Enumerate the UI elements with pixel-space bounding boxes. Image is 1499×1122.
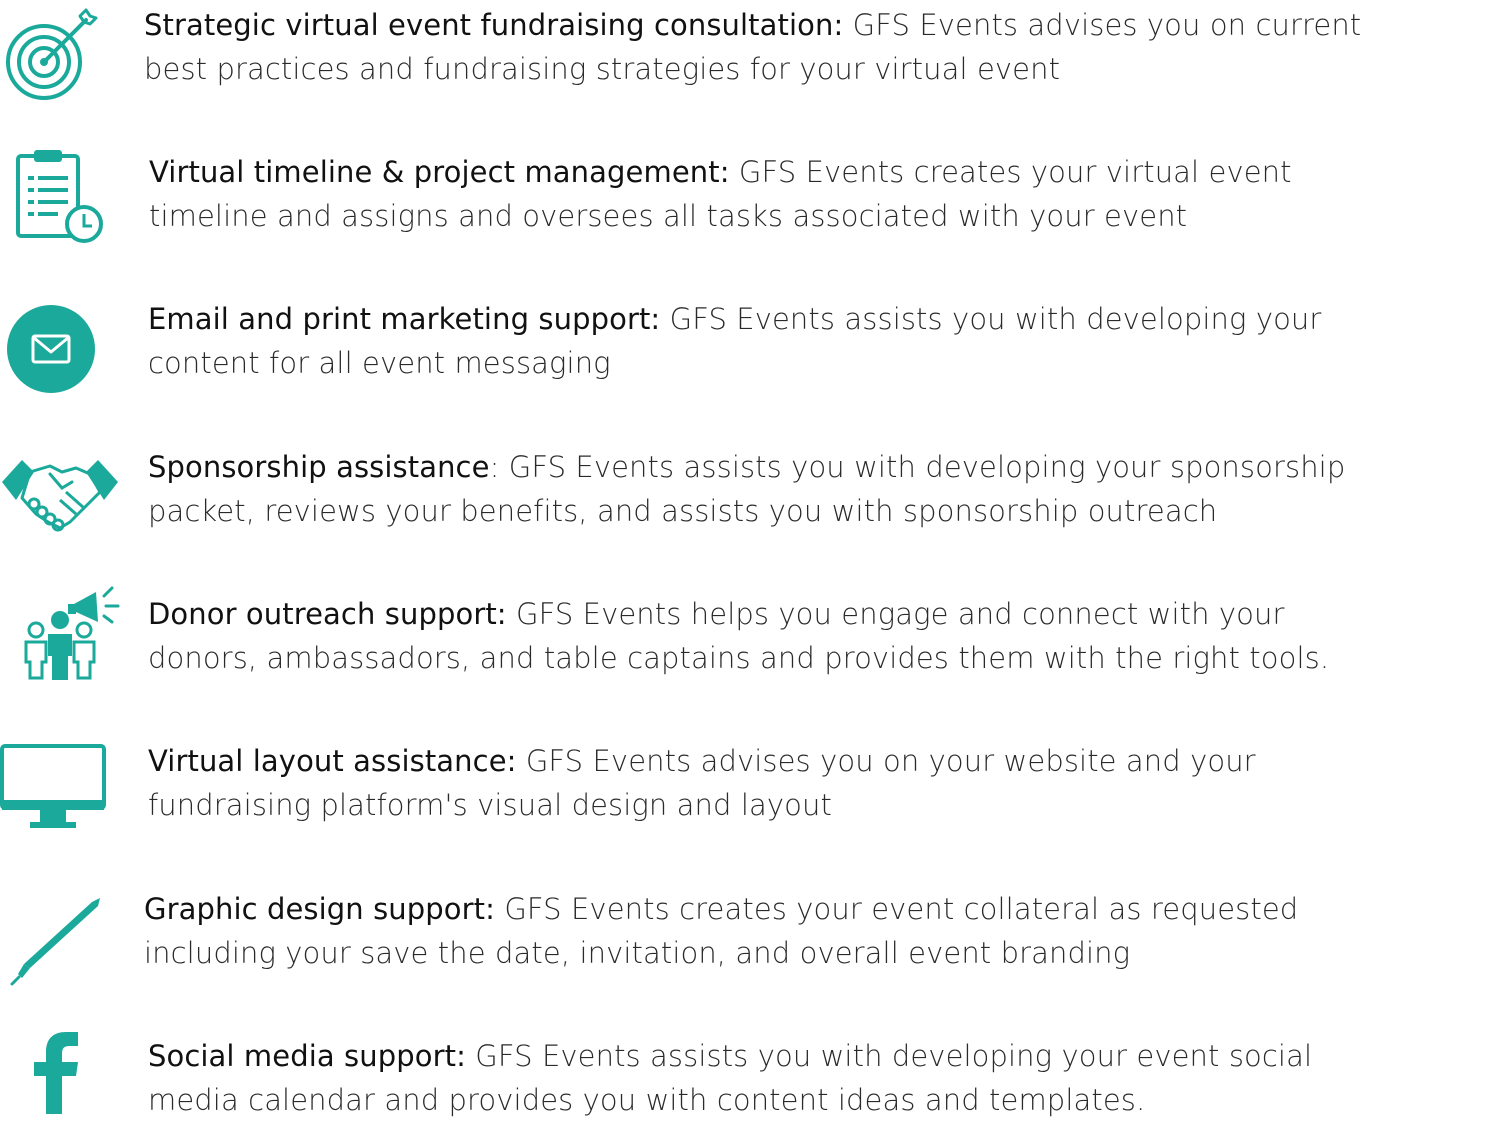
handshake-icon xyxy=(0,448,120,538)
monitor-icon xyxy=(0,744,110,834)
service-title: Sponsorship assistance xyxy=(148,450,490,484)
service-description-line1: GFS Events assists you with developing y… xyxy=(465,1039,1313,1073)
service-description-line1: GFS Events assists you with developing y… xyxy=(660,302,1322,336)
service-title: Virtual timeline & project management: xyxy=(149,155,730,189)
service-description-line2: content for all event messaging xyxy=(148,346,611,380)
service-text: Graphic design support: GFS Events creat… xyxy=(144,887,1298,975)
service-text: Donor outreach support: GFS Events helps… xyxy=(148,592,1329,680)
service-title: Graphic design support: xyxy=(144,892,496,926)
service-description-line2: including your save the date, invitation… xyxy=(144,936,1131,970)
service-description-line1: : GFS Events assists you with developing… xyxy=(489,450,1346,484)
service-description-line2: best practices and fundraising strategie… xyxy=(144,52,1061,86)
service-text: Email and print marketing support: GFS E… xyxy=(148,297,1321,385)
service-description-line2: media calendar and provides you with con… xyxy=(148,1083,1146,1117)
service-description-line1: GFS Events advises you on current xyxy=(843,8,1362,42)
service-text: Virtual layout assistance: GFS Events ad… xyxy=(148,739,1256,827)
service-text: Virtual timeline & project management: G… xyxy=(149,150,1292,238)
service-text: Sponsorship assistance: GFS Events assis… xyxy=(148,445,1345,533)
service-description-line2: packet, reviews your benefits, and assis… xyxy=(148,494,1218,528)
megaphone-people-icon xyxy=(20,582,124,686)
service-title: Social media support: xyxy=(148,1039,466,1073)
service-title: Donor outreach support: xyxy=(148,597,507,631)
service-description-line1: GFS Events helps you engage and connect … xyxy=(506,597,1285,631)
service-description-line2: donors, ambassadors, and table captains … xyxy=(148,641,1330,675)
service-description-line1: GFS Events creates your event collateral… xyxy=(495,892,1299,926)
service-title: Email and print marketing support: xyxy=(148,302,661,336)
service-title: Virtual layout assistance: xyxy=(148,744,517,778)
service-description-line2: timeline and assigns and oversees all ta… xyxy=(149,199,1188,233)
service-title: Strategic virtual event fundraising cons… xyxy=(144,8,844,42)
service-text: Social media support: GFS Events assists… xyxy=(148,1034,1312,1122)
pen-nib-icon xyxy=(10,896,104,986)
envelope-icon xyxy=(6,304,96,394)
service-description-line1: GFS Events advises you on your website a… xyxy=(516,744,1256,778)
clipboard-clock-icon xyxy=(14,150,106,246)
service-description-line1: GFS Events creates your virtual event xyxy=(729,155,1292,189)
service-text: Strategic virtual event fundraising cons… xyxy=(144,3,1361,91)
facebook-icon xyxy=(32,1030,82,1114)
target-icon xyxy=(4,6,100,102)
service-description-line2: fundraising platform's visual design and… xyxy=(148,788,832,822)
